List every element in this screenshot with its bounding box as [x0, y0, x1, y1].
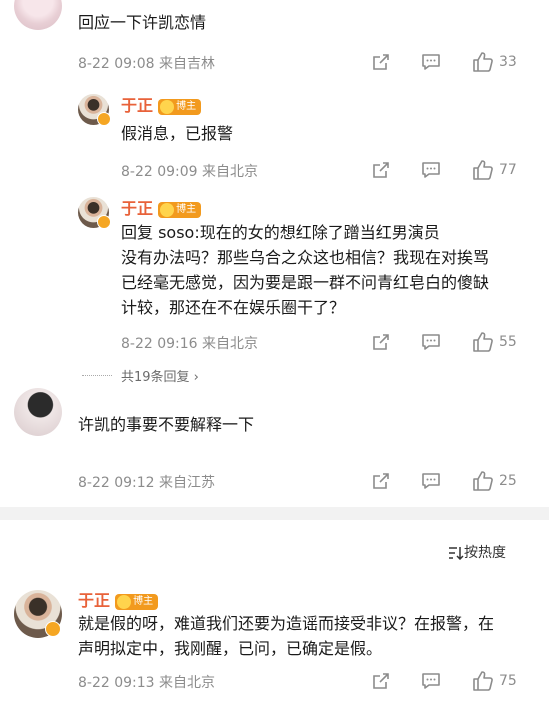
share-icon[interactable]: [371, 471, 391, 491]
reply-meta: 8-22 09:09 来自北京: [121, 164, 259, 180]
like-count: 55: [499, 334, 517, 350]
sort-label: 按热度: [464, 545, 506, 561]
comment-icon[interactable]: [421, 671, 441, 691]
comment-icon[interactable]: [421, 471, 441, 491]
comment-meta: 8-22 09:13 来自北京: [78, 675, 216, 691]
reply-text-line: 没有办法吗？那些乌合之众这也相信？我现在对挨骂: [121, 248, 490, 267]
comment-text: 就是假的呀，难道我们还要为造谣而接受非议？在报警，在 声明拟定中，我刚醒，已问，…: [78, 611, 494, 661]
comment-icon[interactable]: [421, 332, 441, 352]
section-divider: [0, 507, 549, 520]
verified-icon: [97, 112, 111, 126]
author-row: 于正 博主: [78, 587, 159, 611]
share-icon[interactable]: [371, 52, 391, 72]
comment-text: 回应一下许凯恋情: [78, 13, 207, 32]
reply-text-line: 回复 soso:现在的女的想红除了蹭当红男演员: [121, 223, 440, 242]
author-row: 于正 博主: [121, 195, 202, 219]
like-icon[interactable]: [472, 159, 494, 181]
comment-meta: 8-22 09:08 来自吉林: [78, 56, 216, 72]
share-icon[interactable]: [371, 671, 391, 691]
reply-text-line: 计较，那还在不在娱乐圈干了？: [121, 298, 346, 317]
like-count: 33: [499, 54, 517, 70]
sort-toggle[interactable]: 按热度: [448, 542, 506, 562]
comment-icon[interactable]: [421, 160, 441, 180]
like-count: 77: [499, 162, 517, 178]
author-name[interactable]: 于正: [78, 591, 110, 610]
blogger-badge: 博主: [158, 98, 202, 115]
author-name[interactable]: 于正: [121, 199, 153, 218]
reply-text-line: 已经毫无感觉，因为要是跟一群不问青红皂白的傻缺: [121, 273, 490, 292]
comment-meta: 8-22 09:12 来自江苏: [78, 475, 216, 491]
like-count: 25: [499, 473, 517, 489]
author-name[interactable]: 于正: [121, 96, 153, 115]
like-icon[interactable]: [472, 51, 494, 73]
verified-icon: [45, 621, 61, 637]
comment-text: 许凯的事要不要解释一下: [78, 415, 255, 434]
comment-text-line: 声明拟定中，我刚醒，已问，已确定是假。: [78, 639, 383, 658]
like-icon[interactable]: [472, 670, 494, 692]
reply-text: 假消息，已报警: [121, 124, 234, 143]
blogger-badge: 博主: [115, 593, 159, 610]
comment-icon[interactable]: [421, 52, 441, 72]
commenter-avatar[interactable]: [14, 388, 62, 436]
comment-text-line: 就是假的呀，难道我们还要为造谣而接受非议？在报警，在: [78, 614, 495, 633]
crown-icon: [160, 99, 175, 114]
crown-icon: [117, 594, 132, 609]
like-count: 75: [499, 673, 517, 689]
reply-text: 回复 soso:现在的女的想红除了蹭当红男演员 没有办法吗？那些乌合之众这也相信…: [121, 220, 489, 320]
more-replies-link[interactable]: 共19条回复 ›: [121, 366, 199, 385]
like-icon[interactable]: [472, 331, 494, 353]
share-icon[interactable]: [371, 332, 391, 352]
share-icon[interactable]: [371, 160, 391, 180]
sort-icon: [448, 546, 464, 560]
commenter-avatar[interactable]: [14, 0, 62, 30]
crown-icon: [160, 202, 175, 217]
reply-meta: 8-22 09:16 来自北京: [121, 336, 259, 352]
like-icon[interactable]: [472, 470, 494, 492]
blogger-badge: 博主: [158, 201, 202, 218]
more-replies-divider: [82, 375, 112, 376]
author-row: 于正 博主: [121, 92, 202, 116]
verified-icon: [97, 215, 111, 229]
